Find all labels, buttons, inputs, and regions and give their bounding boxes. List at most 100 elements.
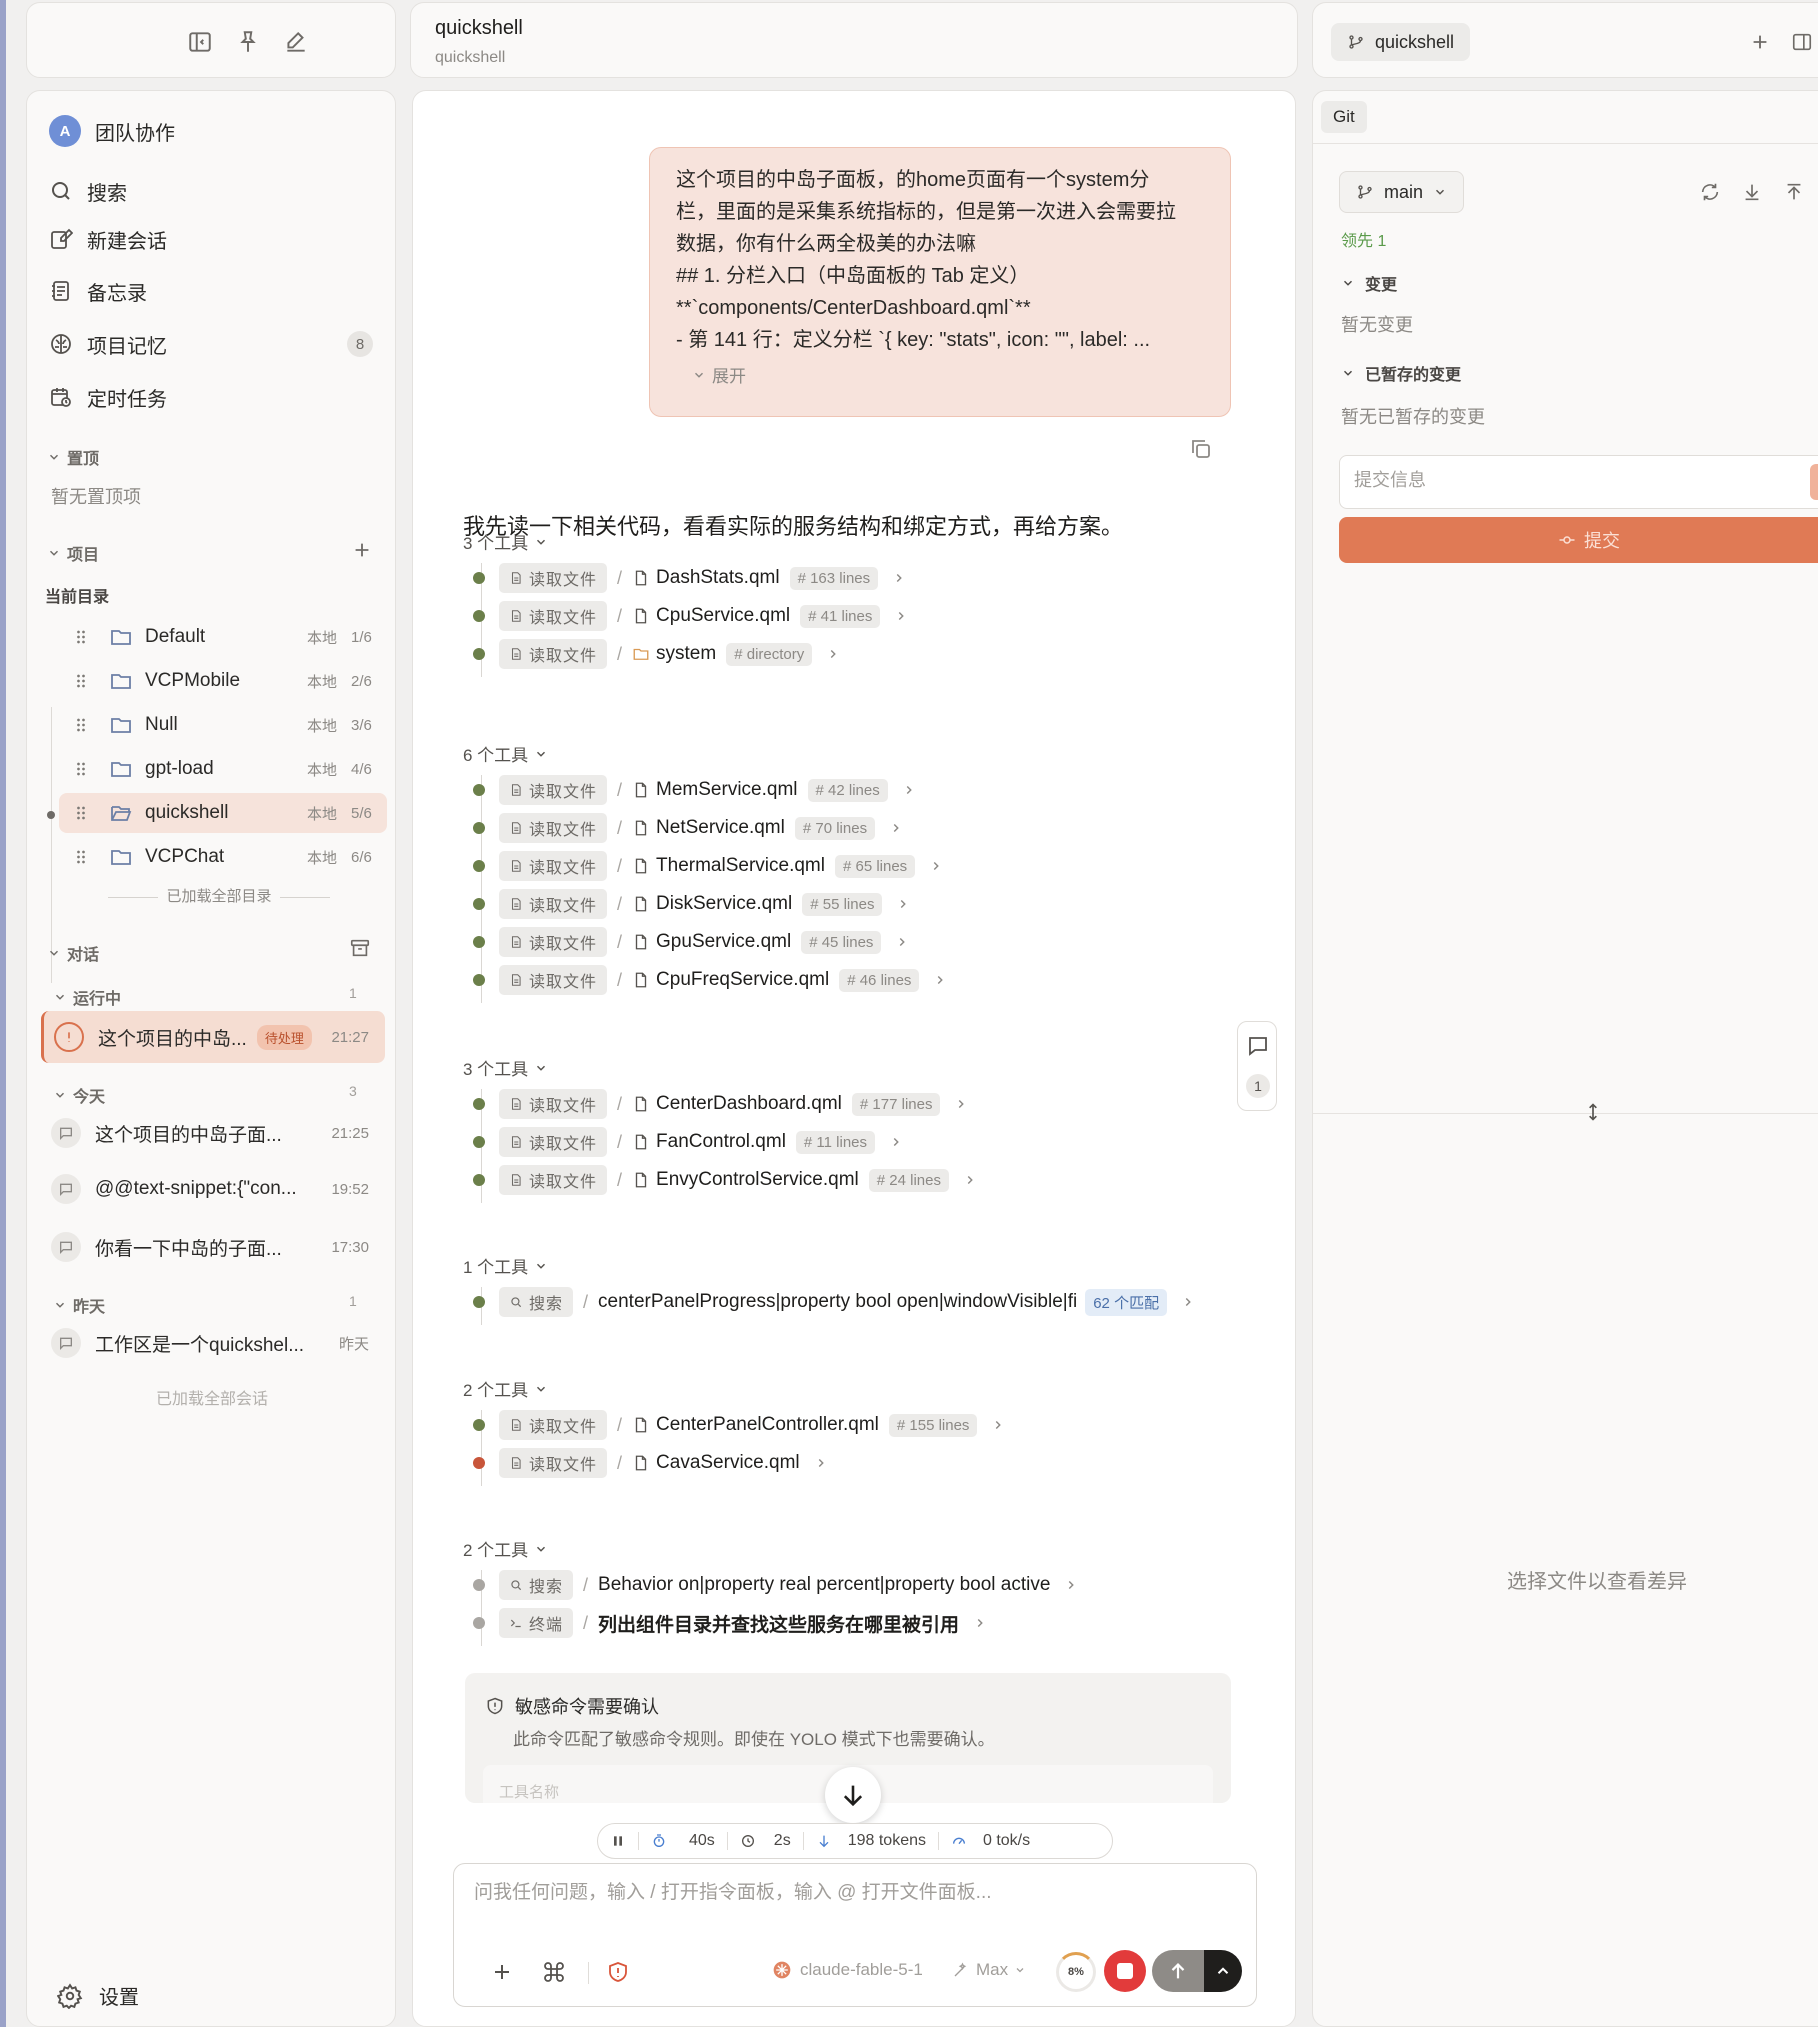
- new-note-icon[interactable]: [283, 29, 309, 55]
- push-icon[interactable]: [1783, 181, 1805, 203]
- chat-item[interactable]: @@text-snippet:{"con... 19:52: [41, 1163, 385, 1215]
- chat-time: 21:25: [331, 1124, 369, 1142]
- plus-icon[interactable]: [1749, 31, 1771, 53]
- tab-git[interactable]: Git: [1321, 101, 1367, 133]
- yesterday-group-toggle[interactable]: 昨天: [53, 1293, 105, 1317]
- stop-button[interactable]: [1104, 1950, 1146, 1992]
- add-project-icon[interactable]: [351, 539, 373, 561]
- tool-call-row[interactable]: 读取文件 / CenterDashboard.qml # 177 lines: [473, 1089, 968, 1119]
- tool-call-row[interactable]: 读取文件 / NetService.qml # 70 lines: [473, 813, 903, 843]
- project-item[interactable]: VCPMobile 本地 2/6: [59, 661, 387, 701]
- tool-tag: 读取文件: [499, 965, 608, 995]
- branch-selector[interactable]: main: [1339, 171, 1465, 213]
- confirm-title: 敏感命令需要确认: [515, 1697, 659, 1717]
- pull-icon[interactable]: [1741, 181, 1763, 203]
- model-selector[interactable]: claude-fable-5-1: [772, 1960, 923, 1980]
- project-item[interactable]: gpt-load 本地 4/6: [59, 749, 387, 789]
- nav-scheduled-tasks[interactable]: 定时任务: [49, 377, 379, 417]
- shield-icon[interactable]: [606, 1960, 630, 1984]
- tool-call-row[interactable]: 读取文件 / CenterPanelController.qml # 155 line…: [473, 1410, 1005, 1440]
- copy-icon[interactable]: [1189, 437, 1213, 461]
- chat-item[interactable]: 工作区是一个quickshel... 昨天: [41, 1317, 385, 1369]
- pin-icon[interactable]: [235, 29, 261, 55]
- tool-group-toggle[interactable]: 2 个工具: [463, 1536, 548, 1561]
- message-input[interactable]: [474, 1882, 1234, 1904]
- scroll-down-button[interactable]: [825, 1767, 881, 1823]
- workspace-switcher[interactable]: A 团队协作: [49, 115, 175, 147]
- tool-group-toggle[interactable]: 2 个工具: [463, 1376, 548, 1401]
- tool-call-row[interactable]: 读取文件 / DashStats.qml # 163 lines: [473, 563, 906, 593]
- tool-group-count: 2 个工具: [463, 1381, 529, 1400]
- nav-project-memory[interactable]: 项目记忆 8: [49, 324, 379, 364]
- drag-handle-icon[interactable]: [71, 803, 91, 823]
- command-icon[interactable]: [542, 1960, 566, 1984]
- changes-section-toggle[interactable]: 变更: [1341, 271, 1397, 295]
- expand-button[interactable]: 展开: [692, 362, 1204, 387]
- projects-section-toggle[interactable]: 项目: [47, 541, 99, 565]
- line-count: # 65 lines: [834, 854, 916, 878]
- plus-icon[interactable]: [490, 1960, 514, 1984]
- file-icon: [632, 607, 650, 625]
- nav-search[interactable]: 搜索: [49, 171, 379, 211]
- settings-button[interactable]: 设置: [57, 1981, 139, 2010]
- tool-group-toggle[interactable]: 1 个工具: [463, 1253, 548, 1278]
- conversations-section-toggle[interactable]: 对话: [47, 941, 99, 965]
- tool-group-toggle[interactable]: 6 个工具: [463, 741, 548, 766]
- drag-handle-icon[interactable]: [71, 671, 91, 691]
- tool-call-row[interactable]: 读取文件 / FanControl.qml # 11 lines: [473, 1127, 903, 1157]
- tool-group-toggle[interactable]: 3 个工具: [463, 1055, 548, 1080]
- tool-group-toggle[interactable]: 3 个工具: [463, 529, 548, 554]
- timer-icon: [651, 1833, 667, 1849]
- tool-call-row[interactable]: 读取文件 / CavaService.qml: [473, 1448, 828, 1478]
- drag-handle-icon[interactable]: [71, 627, 91, 647]
- archive-icon[interactable]: [349, 937, 371, 959]
- project-item[interactable]: VCPChat 本地 6/6: [59, 837, 387, 877]
- commit-button[interactable]: 提交: [1339, 517, 1818, 563]
- nav-new-chat[interactable]: 新建会话: [49, 219, 379, 259]
- project-item[interactable]: Null 本地 3/6: [59, 705, 387, 745]
- project-item-active[interactable]: quickshell 本地 5/6: [59, 793, 387, 833]
- repo-chip[interactable]: quickshell: [1331, 23, 1471, 61]
- pause-button[interactable]: [598, 1833, 638, 1849]
- pinned-section-toggle[interactable]: 置顶: [47, 445, 99, 469]
- comment-toggle[interactable]: 1: [1237, 1021, 1277, 1111]
- tool-call-row[interactable]: 终端 / 列出组件目录并查找这些服务在哪里被引用: [473, 1608, 987, 1638]
- project-item[interactable]: Default 本地 1/6: [59, 617, 387, 657]
- tool-call-row[interactable]: 读取文件 / ThermalService.qml # 65 lines: [473, 851, 943, 881]
- send-options-button[interactable]: [1204, 1950, 1242, 1992]
- ai-generate-icon[interactable]: [1810, 464, 1818, 500]
- folder-icon: [109, 625, 133, 649]
- tool-call-row[interactable]: 读取文件 / GpuService.qml # 45 lines: [473, 927, 909, 957]
- today-group-toggle[interactable]: 今天: [53, 1083, 105, 1107]
- file-read-icon: [509, 783, 523, 797]
- commit-message-input[interactable]: [1354, 470, 1794, 491]
- line-count: # 45 lines: [801, 930, 882, 954]
- tool-call-row[interactable]: 读取文件 / CpuService.qml # 41 lines: [473, 601, 908, 631]
- refresh-icon[interactable]: [1699, 181, 1721, 203]
- staged-section-toggle[interactable]: 已暂存的变更: [1341, 361, 1461, 385]
- chat-item[interactable]: 你看一下中岛的子面... 17:30: [41, 1221, 385, 1273]
- drag-handle-icon[interactable]: [71, 759, 91, 779]
- project-name: Default: [145, 626, 206, 647]
- tool-call-row[interactable]: 读取文件 / EnvyControlService.qml # 24 lines: [473, 1165, 977, 1195]
- effort-selector[interactable]: Max: [952, 1960, 1026, 1980]
- projects-loaded-note: 已加载全部目录: [69, 885, 369, 906]
- send-button[interactable]: [1152, 1950, 1204, 1992]
- running-group-toggle[interactable]: 运行中: [53, 985, 121, 1009]
- drag-handle-icon[interactable]: [71, 715, 91, 735]
- drag-handle-icon[interactable]: [71, 847, 91, 867]
- search-icon: [49, 179, 73, 203]
- chat-item[interactable]: 这个项目的中岛子面... 21:25: [41, 1107, 385, 1159]
- collapse-sidebar-icon[interactable]: [187, 29, 213, 55]
- notes-icon: [49, 279, 73, 303]
- panel-toggle-icon[interactable]: [1791, 31, 1813, 53]
- tool-call-row[interactable]: 搜索 / Behavior on|property real percent|pro…: [473, 1570, 1078, 1600]
- tool-call-row[interactable]: 读取文件 / system # directory: [473, 639, 840, 669]
- tool-call-row[interactable]: 读取文件 / MemService.qml # 42 lines: [473, 775, 916, 805]
- tool-call-row[interactable]: 搜索 / centerPanelProgress|property bool ope…: [473, 1287, 1195, 1317]
- tool-call-row[interactable]: 读取文件 / DiskService.qml # 55 lines: [473, 889, 910, 919]
- resize-handle-icon[interactable]: [1583, 1099, 1603, 1125]
- tool-call-row[interactable]: 读取文件 / CpuFreqService.qml # 46 lines: [473, 965, 947, 995]
- chat-item-running[interactable]: 这个项目的中岛... 待处理 21:27: [41, 1011, 385, 1063]
- nav-notes[interactable]: 备忘录: [49, 271, 379, 311]
